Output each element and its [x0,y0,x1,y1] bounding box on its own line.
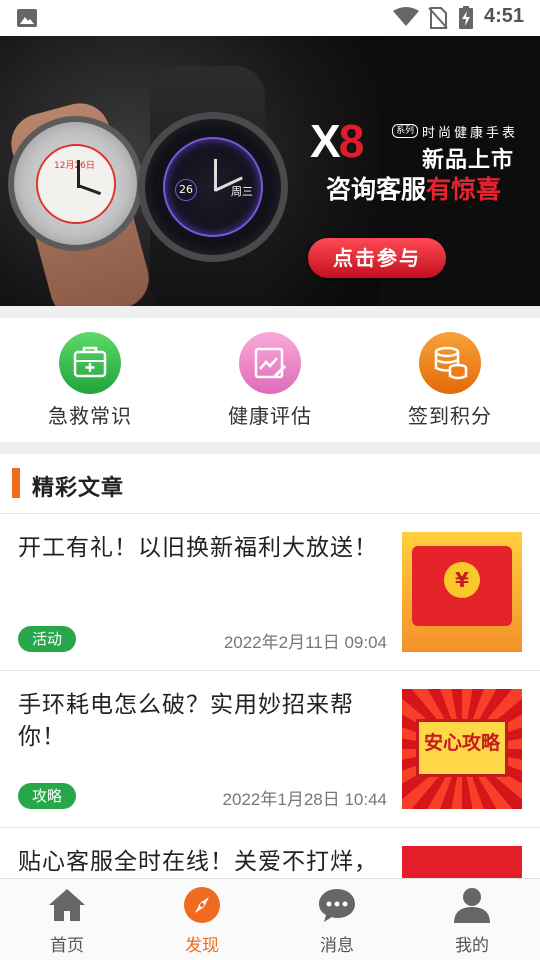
article-item[interactable]: 开工有礼！以旧换新福利大放送！ 活动 2022年2月11日 09:04 ¥ [0,514,540,671]
status-time: 4:51 [484,5,525,27]
chart-edit-icon [239,332,301,394]
nav-item-discover[interactable]: 发现 [162,885,242,956]
quick-action-health-assessment[interactable]: 健康评估 [210,332,330,429]
quick-action-label: 签到积分 [408,404,492,428]
promo-banner[interactable]: 12月26日 26 周三 X8 系列 时尚健康手表 新品上市 咨询客服有惊喜 点… [0,36,540,306]
watch-b-day: 周三 [231,185,253,198]
nav-label: 我的 [455,936,489,956]
thumbnail-text: 安心攻略 [423,732,500,754]
article-date: 2022年1月28日 10:44 [222,790,387,809]
quick-action-checkin-points[interactable]: 签到积分 [390,332,510,429]
watch-b-image: 26 周三 [138,112,288,262]
wifi-icon [393,7,419,26]
watch-b-dial-number: 26 [175,179,197,201]
battery-charging-icon [459,6,473,29]
watch-a-face: 12月26日 [36,144,116,224]
promo-ask-highlight: 有惊喜 [426,175,502,204]
divider [0,442,540,454]
article-title: 贴心客服全时在线！关爱不打烊， [18,849,378,875]
no-sim-icon [428,7,448,29]
section-accent-bar [12,468,20,498]
image-notification-icon [17,9,37,27]
article-thumbnail: 安心攻略 [402,689,522,809]
quick-actions: 急救常识 健康评估 签到积分 [0,318,540,442]
coin-icon: ¥ [444,562,480,598]
status-bar: 4:51 [0,0,540,36]
watch-a-image: 12月26日 [8,116,143,251]
promo-brand: 时尚健康手表 [422,126,519,141]
promo-ask: 咨询客服有惊喜 [326,170,501,206]
divider [0,306,540,318]
article-tag: 活动 [18,626,77,652]
section-title: 精彩文章 [32,476,125,501]
article-thumbnail: ¥ [402,532,522,652]
article-title: 手环耗电怎么破？实用妙招来帮你！ [18,692,354,750]
first-aid-kit-icon [59,332,121,394]
bottom-nav: 首页 发现 消息 我的 [0,878,540,960]
article-tag: 攻略 [18,783,77,809]
nav-item-me[interactable]: 我的 [432,885,512,956]
promo-model: X8 [310,115,364,167]
nav-label: 消息 [320,936,354,956]
article-item[interactable]: 手环耗电怎么破？实用妙招来帮你！ 攻略 2022年1月28日 10:44 安心攻… [0,671,540,828]
quick-action-label: 健康评估 [228,404,312,428]
user-icon [452,885,492,925]
quick-action-label: 急救常识 [48,404,132,428]
compass-icon [182,885,222,925]
coins-database-icon [419,332,481,394]
watch-b-face: 26 周三 [163,137,263,237]
chat-bubble-icon [317,885,357,925]
quick-action-first-aid[interactable]: 急救常识 [30,332,150,429]
promo-cta-button[interactable]: 点击参与 [308,238,446,278]
article-title: 开工有礼！以旧换新福利大放送！ [18,535,378,561]
section-header: 精彩文章 [0,454,540,514]
home-icon [47,885,87,925]
promo-series: 系列 [392,124,419,138]
nav-label: 首页 [50,936,84,956]
thumbnail-sign: 安心攻略 [416,719,508,777]
watch-a-date: 12月26日 [54,161,95,171]
article-date: 2022年2月11日 09:04 [223,633,387,652]
promo-ask-prefix: 咨询客服 [326,175,427,204]
nav-item-home[interactable]: 首页 [27,885,107,956]
nav-item-messages[interactable]: 消息 [297,885,377,956]
nav-label: 发现 [185,936,219,956]
